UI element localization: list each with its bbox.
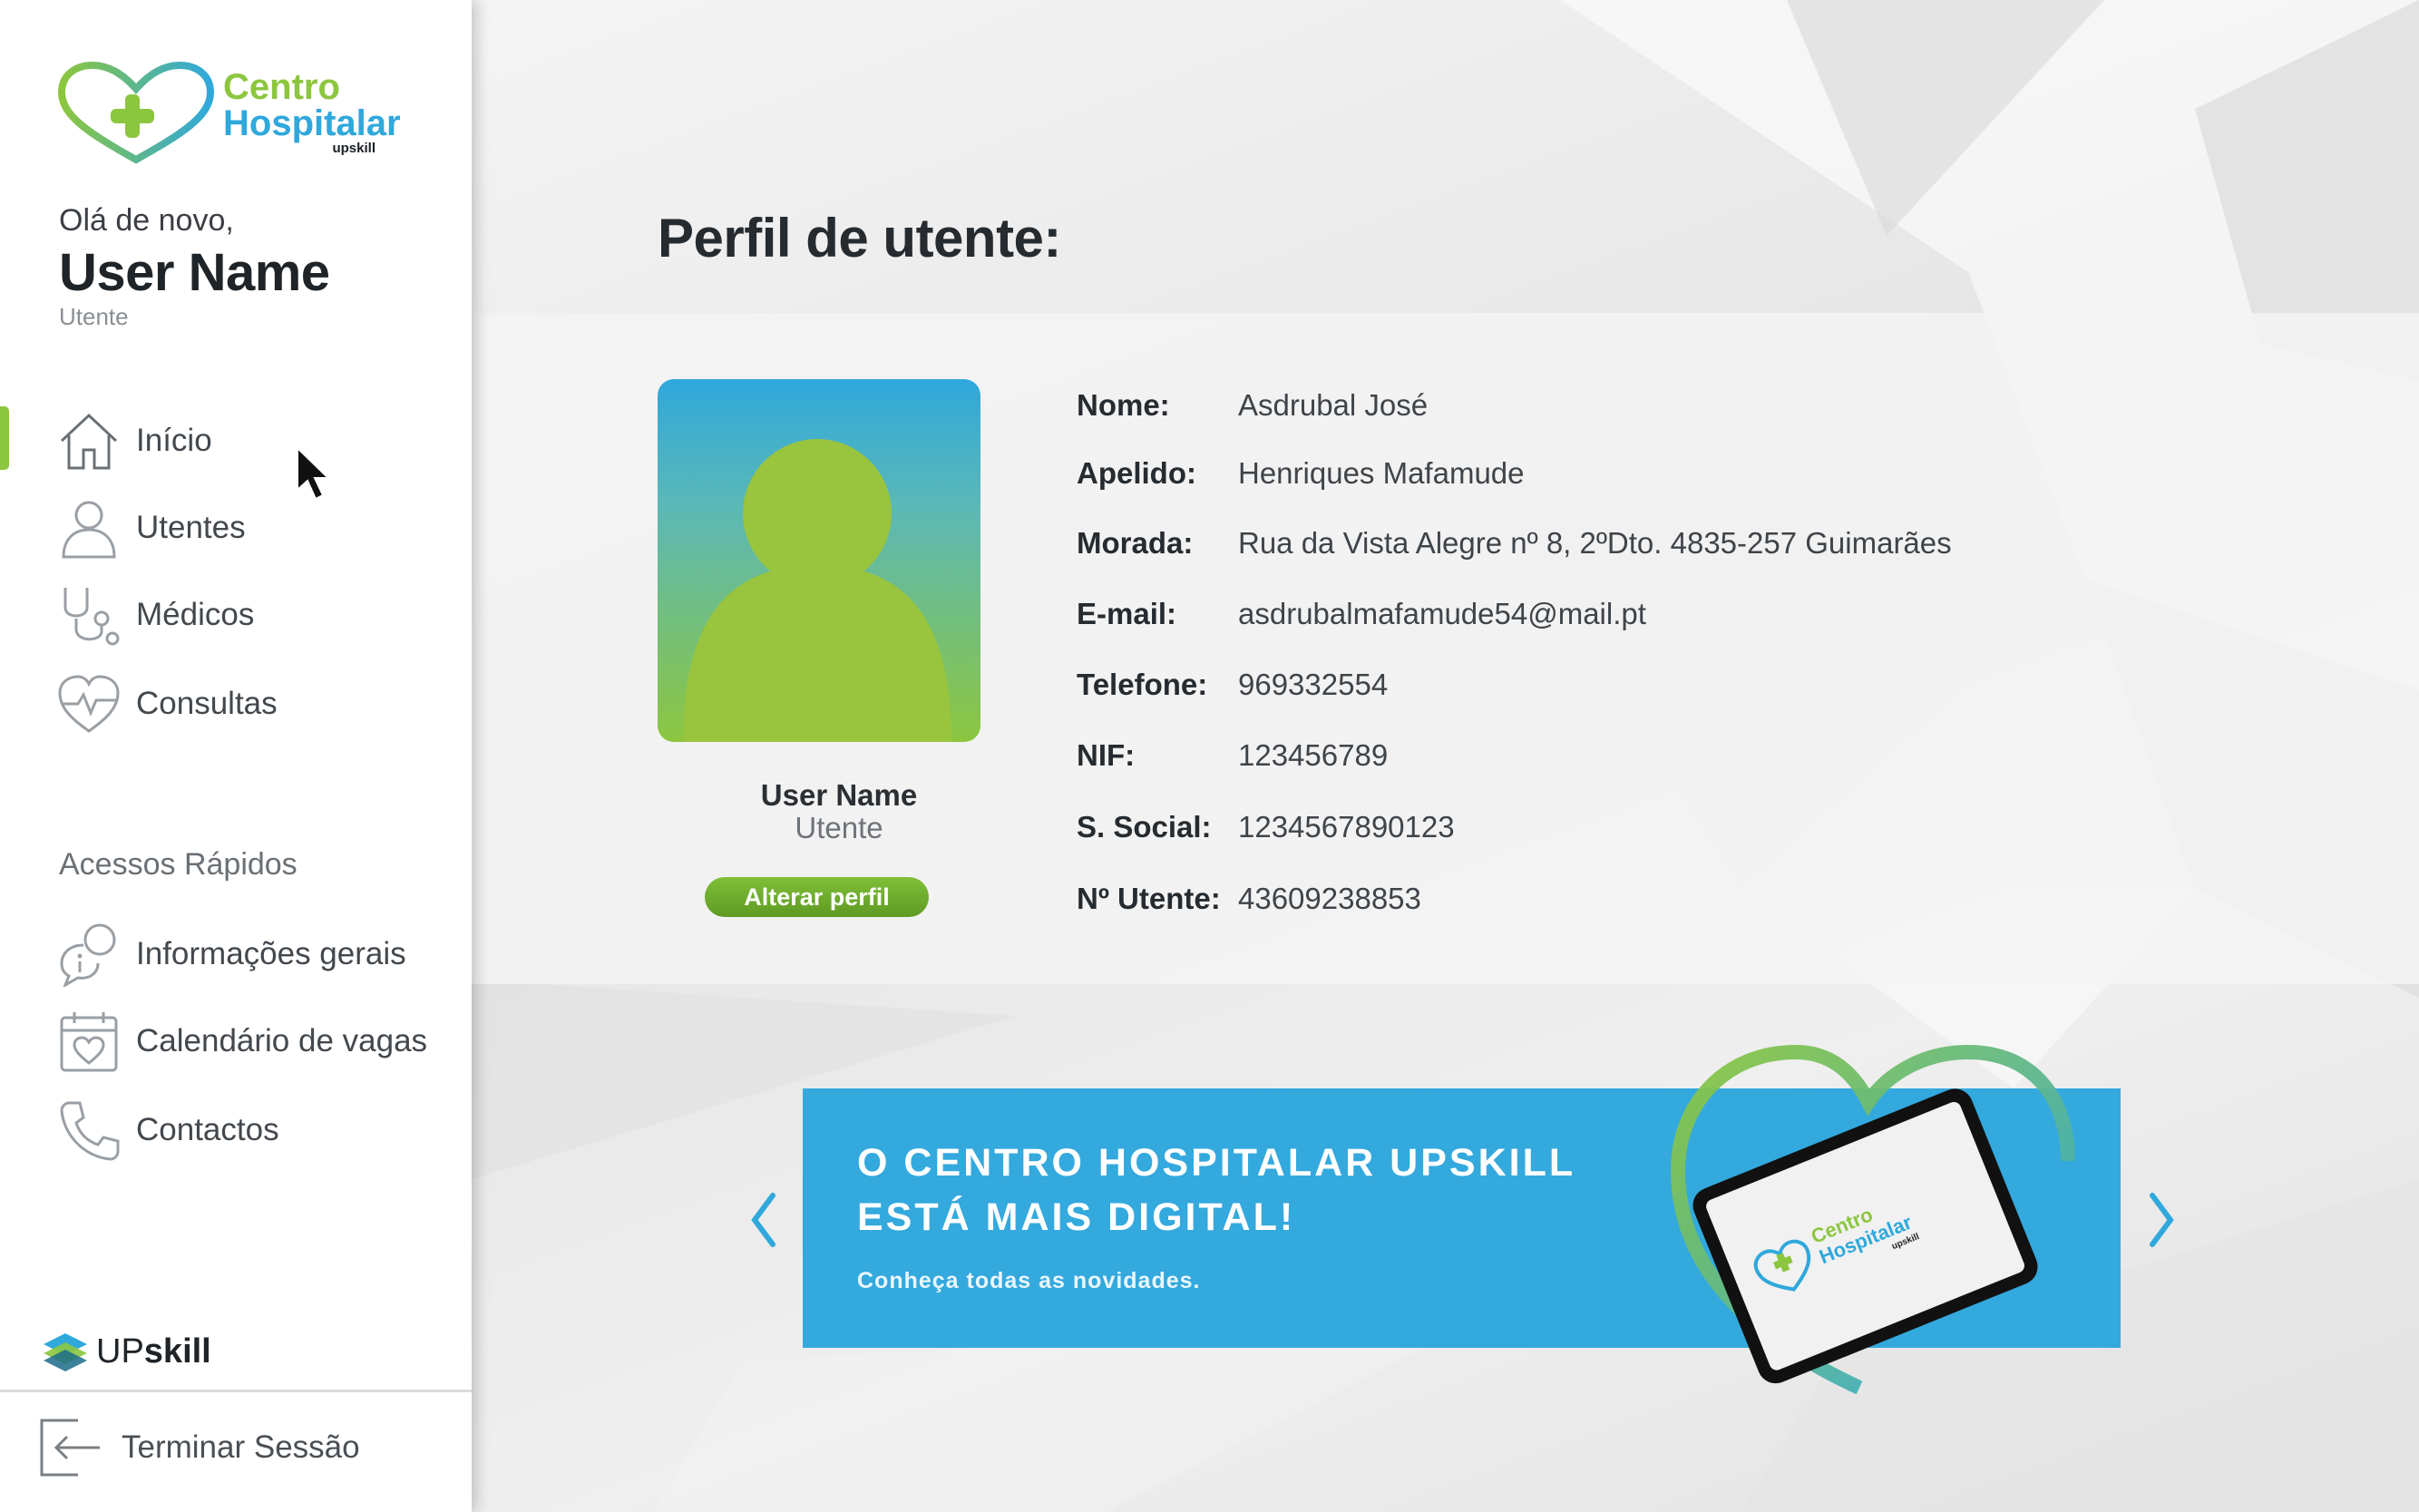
logo-line-1: Centro bbox=[223, 67, 340, 107]
nav-label: Utentes bbox=[136, 510, 246, 545]
quick-item-contactos[interactable]: Contactos bbox=[56, 1094, 279, 1166]
mouse-cursor-icon bbox=[297, 446, 331, 501]
nav-item-utentes[interactable]: Utentes bbox=[56, 492, 246, 564]
nav-label: Início bbox=[136, 423, 212, 458]
field-label: Telefone: bbox=[1077, 668, 1208, 701]
quick-item-calendario-de-vagas[interactable]: Calendário de vagas bbox=[56, 1005, 427, 1078]
sidebar-divider bbox=[0, 1390, 472, 1392]
banner-headline: O CENTRO HOSPITALAR UPSKILL ESTÁ MAIS DI… bbox=[857, 1136, 1575, 1244]
sidebar: Centro Hospitalar upskill Olá de novo, U… bbox=[0, 0, 472, 1512]
field-telefone: Telefone: 969332554 bbox=[1077, 668, 1388, 702]
profile-name: User Name bbox=[760, 778, 918, 812]
nav-label: Consultas bbox=[136, 686, 278, 721]
field-label: S. Social: bbox=[1077, 810, 1212, 844]
profile-avatar bbox=[658, 379, 980, 742]
banner-subtitle: Conheça todas as novidades. bbox=[857, 1268, 1201, 1293]
main-content: Perfil de utente: User Name Utente Alter… bbox=[472, 0, 2419, 1512]
quick-label: Calendário de vagas bbox=[136, 1023, 428, 1058]
field-seguranca-social: S. Social: 1234567890123 bbox=[1077, 810, 1455, 844]
field-label: NIF: bbox=[1077, 738, 1136, 772]
quick-label: Contactos bbox=[136, 1112, 279, 1147]
heart-pulse-icon bbox=[58, 675, 120, 733]
field-value: 969332554 bbox=[1238, 668, 1389, 701]
upskill-logo: UPskill bbox=[40, 1332, 211, 1371]
greeting-text: Olá de novo, bbox=[59, 203, 234, 238]
carousel-next-arrow-icon[interactable] bbox=[2143, 1188, 2180, 1252]
banner-tablet-illustration: Centro Hospitalar upskill bbox=[1642, 1034, 2077, 1415]
field-label: E-mail: bbox=[1077, 597, 1177, 630]
page-title: Perfil de utente: bbox=[658, 208, 1061, 268]
nav-item-medicos[interactable]: Médicos bbox=[56, 579, 254, 651]
field-morada: Morada: Rua da Vista Alegre nº 8, 2ºDto.… bbox=[1077, 526, 1952, 561]
field-label: Nome: bbox=[1077, 388, 1170, 422]
user-role: Utente bbox=[59, 303, 129, 330]
field-email: E-mail: asdrubalmafamude54@mail.pt bbox=[1077, 597, 1646, 631]
upskill-skill: skill bbox=[143, 1332, 211, 1371]
field-value: 43609238853 bbox=[1238, 882, 1421, 915]
field-numero-utente: Nº Utente: 43609238853 bbox=[1077, 882, 1421, 916]
user-greeting: Olá de novo, User Name Utente bbox=[59, 203, 330, 331]
nav-item-consultas[interactable]: Consultas bbox=[56, 668, 278, 740]
nav-item-inicio[interactable]: Início bbox=[56, 405, 212, 477]
logo-line-3: upskill bbox=[332, 141, 376, 156]
field-value: 123456789 bbox=[1238, 738, 1389, 772]
centro-hospitalar-logo[interactable]: Centro Hospitalar upskill bbox=[54, 61, 417, 171]
edit-profile-button[interactable]: Alterar perfil bbox=[705, 877, 929, 917]
field-nome: Nome: Asdrubal José bbox=[1077, 388, 1428, 423]
field-value: Rua da Vista Alegre nº 8, 2ºDto. 4835-25… bbox=[1238, 526, 1952, 560]
quick-access-title: Acessos Rápidos bbox=[59, 847, 297, 882]
field-label: Nº Utente: bbox=[1077, 882, 1221, 915]
calendar-heart-icon bbox=[60, 1012, 118, 1072]
quick-label: Informações gerais bbox=[136, 936, 406, 971]
carousel-prev-arrow-icon[interactable] bbox=[746, 1188, 782, 1252]
phone-icon bbox=[60, 1101, 120, 1161]
field-label: Apelido: bbox=[1077, 456, 1196, 490]
field-label: Morada: bbox=[1077, 526, 1194, 560]
upskill-wordmark: UPskill bbox=[96, 1332, 211, 1371]
logout-icon bbox=[40, 1419, 100, 1477]
user-icon bbox=[62, 501, 116, 559]
user-silhouette-icon bbox=[683, 439, 951, 742]
heart-cross-logo-icon bbox=[57, 61, 215, 164]
logo-wordmark: Centro Hospitalar upskill bbox=[223, 62, 401, 155]
tablet-heart-illustration: Centro Hospitalar upskill bbox=[1670, 1044, 2075, 1395]
upskill-stack-icon bbox=[44, 1333, 87, 1371]
field-apelido: Apelido: Henriques Mafamude bbox=[1077, 456, 1525, 491]
field-nif: NIF: 123456789 bbox=[1077, 738, 1388, 773]
field-value: Henriques Mafamude bbox=[1238, 456, 1525, 490]
field-value: 1234567890123 bbox=[1238, 810, 1455, 844]
logo-line-2: Hospitalar bbox=[223, 103, 401, 143]
logout-button[interactable]: Terminar Sessão bbox=[36, 1415, 360, 1480]
field-value: asdrubalmafamude54@mail.pt bbox=[1238, 597, 1646, 630]
home-icon bbox=[60, 413, 118, 470]
active-nav-indicator bbox=[0, 406, 9, 470]
user-name: User Name bbox=[59, 243, 330, 302]
info-chat-icon bbox=[60, 923, 116, 987]
upskill-up: UP bbox=[96, 1332, 144, 1371]
logout-label: Terminar Sessão bbox=[122, 1429, 360, 1465]
banner-headline-line-2: ESTÁ MAIS DIGITAL! bbox=[857, 1195, 1296, 1239]
stethoscope-icon bbox=[63, 588, 120, 646]
nav-label: Médicos bbox=[136, 597, 255, 632]
field-value: Asdrubal José bbox=[1238, 388, 1429, 422]
profile-role: Utente bbox=[795, 811, 883, 844]
banner-headline-line-1: O CENTRO HOSPITALAR UPSKILL bbox=[857, 1141, 1576, 1185]
quick-item-informacoes-gerais[interactable]: Informações gerais bbox=[56, 918, 406, 990]
